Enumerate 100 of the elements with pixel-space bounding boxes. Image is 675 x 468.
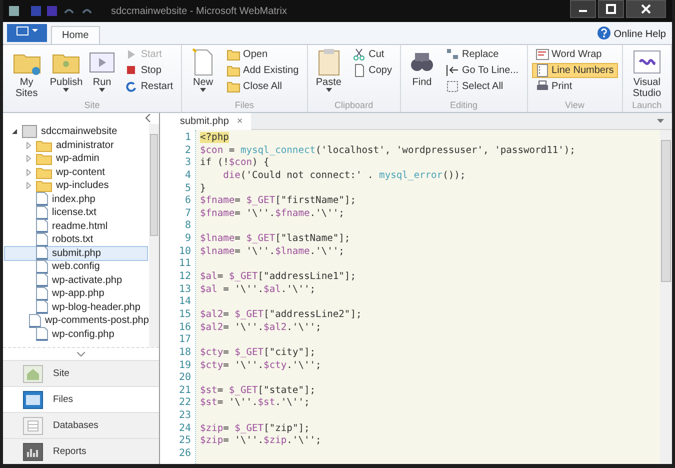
file-icon bbox=[36, 273, 48, 287]
tree-item[interactable]: index.php bbox=[4, 192, 148, 206]
tree-item[interactable]: wp-admin bbox=[4, 151, 148, 166]
ribbon-button[interactable]: My Sites bbox=[7, 47, 46, 100]
code-line: if (!$con) { bbox=[200, 157, 270, 168]
line-number: 19 bbox=[178, 360, 191, 372]
tab-title: submit.php bbox=[180, 116, 229, 126]
stop-icon bbox=[124, 64, 138, 77]
tree-item[interactable]: web.config bbox=[4, 259, 148, 274]
group-label: Files bbox=[234, 100, 255, 112]
tree-item[interactable]: readme.html bbox=[4, 218, 148, 234]
file-icon bbox=[36, 327, 48, 341]
tab-list-icon[interactable] bbox=[657, 119, 664, 123]
line-number: 3 bbox=[184, 157, 191, 170]
ribbon-button[interactable]: Open bbox=[223, 47, 303, 62]
code-line: $zip= $_GET["zip"]; bbox=[200, 422, 310, 434]
chevron-down-icon[interactable] bbox=[77, 352, 85, 356]
file-icon bbox=[36, 232, 48, 246]
tree-item[interactable]: wp-content bbox=[4, 164, 148, 180]
ribbon-button[interactable]: Restart bbox=[120, 79, 178, 94]
ribbon-button[interactable]: Paste bbox=[312, 47, 346, 100]
line-number: 5 bbox=[184, 182, 191, 196]
ribbon-button[interactable]: Stop bbox=[120, 63, 178, 78]
line-number: 11 bbox=[178, 258, 191, 272]
folder-icon bbox=[36, 166, 52, 178]
folder-icon bbox=[36, 138, 52, 152]
line-number: 14 bbox=[178, 296, 191, 309]
tree-item[interactable]: wp-includes bbox=[4, 178, 148, 193]
ribbon-button[interactable]: New bbox=[186, 47, 220, 100]
file-icon bbox=[36, 206, 48, 220]
tree-item[interactable]: wp-blog-header.php bbox=[4, 300, 148, 314]
caret-icon bbox=[326, 88, 332, 92]
application-menu-button[interactable] bbox=[7, 24, 47, 42]
workspace-item[interactable]: Reports bbox=[3, 438, 159, 464]
minimize-button[interactable] bbox=[570, 0, 596, 18]
file-icon bbox=[36, 246, 48, 260]
ribbon-button[interactable]: Word Wrap bbox=[532, 47, 618, 62]
line-number: 18 bbox=[178, 346, 191, 360]
ribbon-button[interactable]: Publish bbox=[49, 47, 84, 100]
help-icon[interactable] bbox=[596, 26, 611, 40]
ribbon-button[interactable]: Visual Studio bbox=[626, 47, 667, 100]
ribbon-button[interactable]: Print bbox=[532, 79, 618, 94]
tree-item[interactable]: wp-activate.php bbox=[4, 272, 148, 288]
group-label: Site bbox=[83, 100, 101, 112]
file-icon bbox=[36, 219, 48, 233]
tree-item[interactable]: wp-app.php bbox=[4, 286, 148, 301]
code-line: $lname= '\''.$lname.'\''; bbox=[200, 246, 344, 257]
workspace-item[interactable]: Databases bbox=[3, 412, 159, 438]
ribbon-button[interactable]: Select All bbox=[442, 79, 523, 94]
close-icon bbox=[641, 4, 651, 14]
ribbon-button[interactable]: Add Existing bbox=[223, 63, 303, 78]
tree-item[interactable]: sdccmainwebsite bbox=[4, 124, 148, 139]
code-line: $al= $_GET["addressLine1"]; bbox=[200, 271, 356, 282]
line-number: 22 bbox=[178, 397, 191, 410]
code-line: $cty= '\''.$cty.'\''; bbox=[200, 360, 322, 371]
expanded-arrow-icon[interactable] bbox=[11, 128, 18, 135]
collapse-icon[interactable] bbox=[145, 114, 151, 122]
tree-item[interactable]: wp-comments-post.php bbox=[4, 313, 148, 328]
copy-icon bbox=[352, 64, 366, 77]
document-tab[interactable]: submit.php × bbox=[160, 112, 251, 130]
ribbon-tab[interactable]: Home bbox=[51, 26, 100, 44]
ribbon-button[interactable]: Run bbox=[86, 47, 118, 100]
ribbon-button[interactable]: Go To Line... bbox=[442, 63, 523, 78]
line-number: 8 bbox=[184, 220, 191, 234]
code-line: $fname= $_GET["firstName"]; bbox=[200, 195, 356, 206]
close-button[interactable] bbox=[626, 0, 666, 18]
folder-icon bbox=[227, 48, 240, 61]
tree-item[interactable]: license.txt bbox=[4, 205, 148, 220]
code-line: $al2= $_GET["addressLine2"]; bbox=[200, 308, 362, 320]
file-icon bbox=[36, 300, 48, 314]
house-icon bbox=[23, 364, 43, 382]
ribbon-button[interactable]: Line Numbers bbox=[532, 63, 618, 78]
scrollbar[interactable] bbox=[149, 124, 159, 347]
ribbon-button[interactable]: Replace bbox=[442, 47, 523, 62]
tree-item[interactable]: administrator bbox=[4, 138, 148, 152]
tab-close-button[interactable]: × bbox=[236, 116, 243, 126]
code-line: $al = '\''.$al.'\''; bbox=[200, 284, 316, 295]
tree-item[interactable]: robots.txt bbox=[4, 232, 148, 247]
line-number: 1 bbox=[184, 132, 191, 145]
line-number: 15 bbox=[178, 308, 191, 322]
line-number: 9 bbox=[184, 233, 191, 246]
maximize-button[interactable] bbox=[598, 0, 624, 18]
online-help-link[interactable]: Online Help bbox=[614, 29, 666, 40]
ribbon-button[interactable]: Find bbox=[405, 47, 439, 100]
ribbon-button[interactable]: Copy bbox=[348, 63, 396, 78]
file-icon bbox=[36, 286, 48, 300]
file-icon bbox=[36, 260, 48, 274]
tree-item[interactable]: wp-config.php bbox=[4, 326, 148, 342]
ribbon-button[interactable]: Cut bbox=[348, 47, 396, 62]
scrollbar[interactable] bbox=[660, 130, 672, 464]
line-number: 24 bbox=[178, 422, 191, 436]
folder-icon bbox=[23, 390, 43, 408]
file-icon bbox=[29, 314, 41, 328]
tree-item[interactable]: submit.php bbox=[4, 246, 148, 260]
ribbon-button[interactable]: Close All bbox=[223, 79, 303, 94]
workspace-item[interactable]: Files bbox=[3, 386, 159, 412]
code-line: $al2= '\''.$al2.'\''; bbox=[200, 322, 322, 333]
code-line: $st= $_GET["state"]; bbox=[200, 384, 316, 396]
line-number: 16 bbox=[178, 322, 191, 334]
line-number: 7 bbox=[184, 208, 191, 220]
